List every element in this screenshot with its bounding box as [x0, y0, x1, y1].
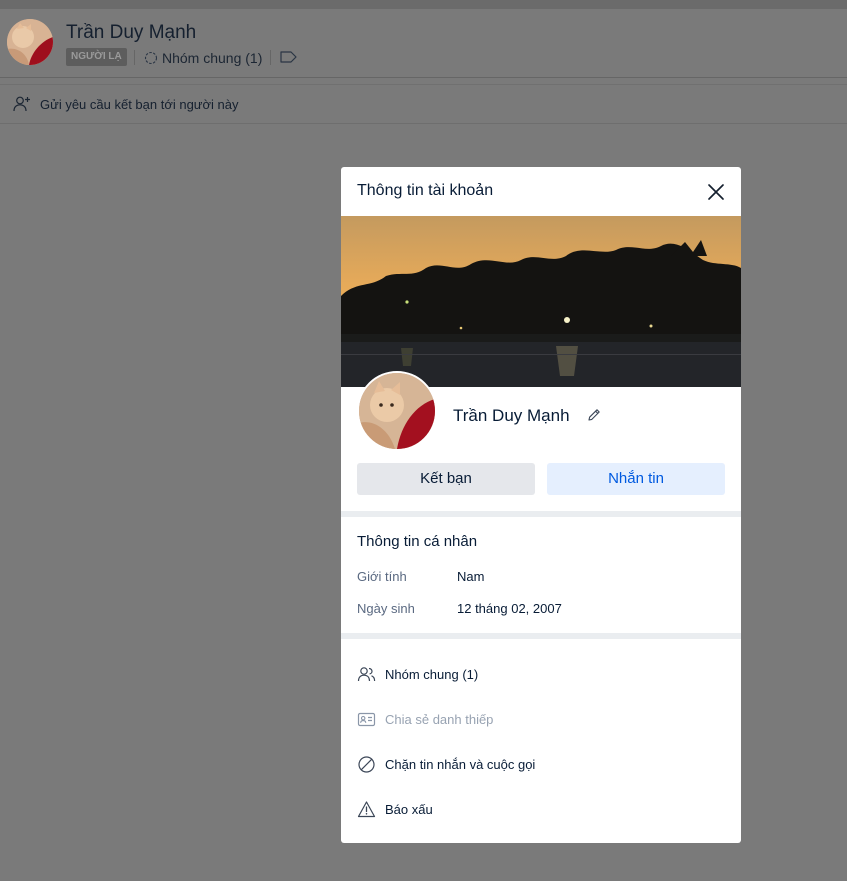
gender-value: Nam [457, 569, 485, 584]
window-top-bar [0, 0, 847, 9]
edit-icon[interactable] [587, 407, 602, 422]
share-contact-action[interactable]: Chia sẻ danh thiếp [357, 707, 727, 731]
friend-request-label: Gửi yêu cầu kết bạn tới người này [40, 97, 239, 112]
contact-name: Trần Duy Mạnh [66, 22, 197, 43]
common-groups-action[interactable]: Nhóm chung (1) [357, 662, 727, 686]
personal-info-title: Thông tin cá nhân [357, 533, 478, 550]
add-user-icon [13, 96, 30, 112]
group-circle-icon [144, 51, 158, 65]
header-divider [134, 50, 135, 65]
report-action-label: Báo xấu [385, 801, 433, 817]
warning-icon [357, 800, 376, 817]
group-icon [357, 666, 376, 681]
section-divider [341, 633, 741, 639]
section-divider [341, 511, 741, 517]
message-button[interactable]: Nhắn tin [547, 463, 725, 495]
block-action[interactable]: Chặn tin nhắn và cuộc gọi [357, 752, 727, 776]
contact-card-icon [357, 712, 376, 726]
block-action-label: Chặn tin nhắn và cuộc gọi [385, 756, 536, 772]
profile-name: Trần Duy Mạnh [453, 406, 570, 425]
gender-label: Giới tính [357, 569, 407, 584]
tag-icon[interactable] [280, 51, 297, 63]
add-friend-button[interactable]: Kết bạn [357, 463, 535, 495]
common-groups-label: Nhóm chung (1) [162, 50, 263, 66]
close-button[interactable] [703, 179, 729, 205]
modal-title: Thông tin tài khoản [357, 182, 494, 199]
stranger-badge: NGƯỜI LẠ [66, 48, 127, 66]
header-divider [270, 50, 271, 65]
block-icon [358, 755, 375, 773]
friend-request-bar[interactable]: Gửi yêu cầu kết bạn tới người này [0, 84, 847, 124]
share-contact-action-label: Chia sẻ danh thiếp [385, 711, 494, 727]
account-info-modal: Thông tin tài khoản Trần Duy Mạnh Kết bạ… [341, 167, 741, 843]
cover-photo[interactable] [341, 216, 741, 387]
close-icon [708, 184, 724, 200]
profile-avatar[interactable] [357, 371, 437, 451]
contact-avatar[interactable] [7, 19, 53, 65]
common-groups-link[interactable]: Nhóm chung (1) [144, 48, 262, 68]
report-action[interactable]: Báo xấu [357, 797, 727, 821]
common-groups-action-label: Nhóm chung (1) [385, 666, 479, 682]
birthday-value: 12 tháng 02, 2007 [457, 601, 562, 616]
birthday-label: Ngày sinh [357, 601, 415, 616]
chat-header: Trần Duy Mạnh NGƯỜI LẠ Nhóm chung (1) [0, 9, 847, 78]
